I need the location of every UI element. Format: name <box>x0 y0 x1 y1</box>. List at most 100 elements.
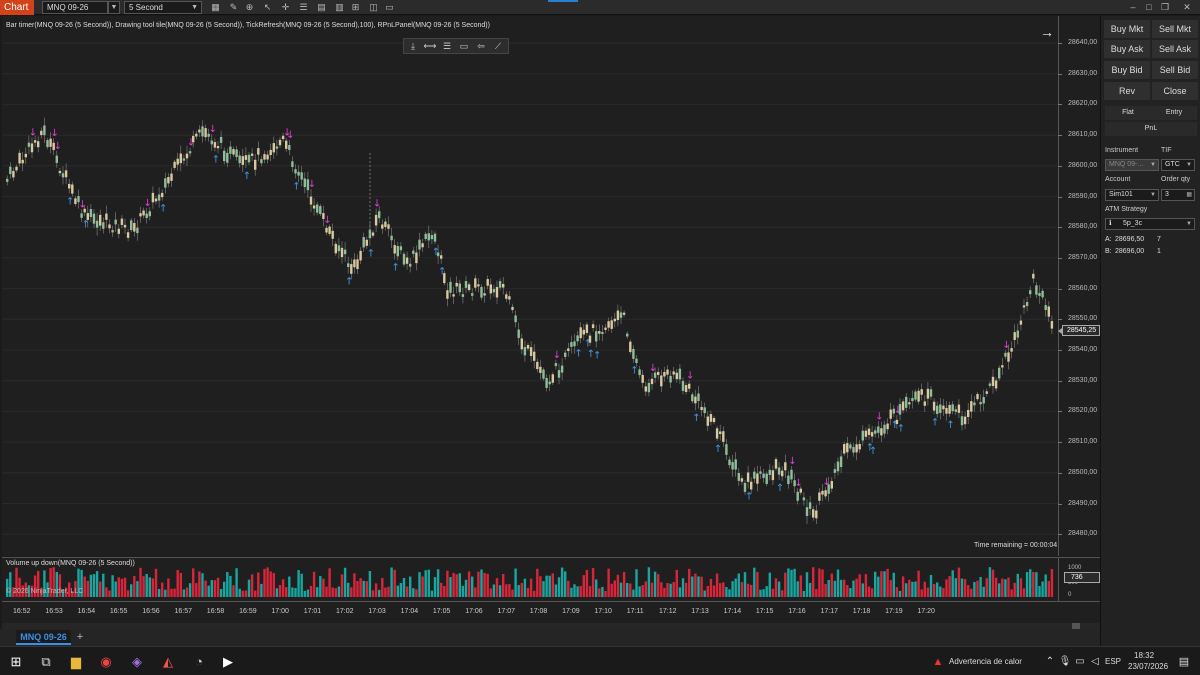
volume-bar <box>347 582 350 597</box>
instrument-selector[interactable]: MNQ 09-26 <box>42 1 108 14</box>
buy-signal-arrow: ↑ <box>714 444 722 455</box>
candle-body <box>905 396 908 408</box>
heat-warning-icon[interactable]: ▲ <box>928 652 948 672</box>
candle-body <box>15 166 18 171</box>
task-view-icon[interactable]: ⧉ <box>36 652 56 672</box>
discord-icon[interactable]: ◈ <box>127 652 147 672</box>
strategies-icon[interactable]: ▥ <box>334 2 345 13</box>
speedometer-icon[interactable]: ◔ <box>189 652 209 672</box>
candle-body <box>117 228 120 234</box>
time-axis[interactable] <box>2 601 1100 623</box>
volume-bar <box>681 578 685 597</box>
chart-trader-panel: Buy Mkt Sell Mkt Buy Ask Sell Ask Buy Bi… <box>1100 16 1200 646</box>
buy-ask-button[interactable]: Buy Ask <box>1104 40 1150 58</box>
tabs-icon[interactable]: ▭ <box>384 2 395 13</box>
zoom-icon[interactable]: ⊕ <box>244 2 255 13</box>
volume-bar <box>750 584 753 597</box>
volume-bar <box>880 571 883 597</box>
sell-mkt-button[interactable]: Sell Mkt <box>1152 20 1198 38</box>
volume-bar <box>895 587 899 597</box>
arrow-left-icon[interactable]: ⇦ <box>474 40 488 53</box>
candle-body <box>963 416 967 425</box>
candle-body <box>167 177 170 184</box>
volume-bar <box>706 585 709 597</box>
account-select[interactable]: Sim101 ▼ <box>1105 189 1159 201</box>
period-selector[interactable]: 5 Second ▼ <box>124 1 202 14</box>
volume-bar <box>266 567 269 597</box>
arrow-right-icon[interactable]: → <box>1040 24 1054 40</box>
volume-bar <box>678 587 682 597</box>
time-label: 17:12 <box>659 608 677 615</box>
lock-icon[interactable]: ⊞ <box>350 2 361 13</box>
candle-body <box>387 224 390 229</box>
candle-body <box>573 341 576 347</box>
ninjatrader-window: Chart MNQ 09-26 ▼ 5 Second ▼ ▦ ✎ ⊕ ↖ ✛ ☰ … <box>0 0 1200 675</box>
snapshot-icon[interactable]: ◫ <box>368 2 379 13</box>
volume-bar <box>542 581 545 597</box>
close-icon[interactable]: ✕ <box>1180 0 1194 15</box>
volume-icon[interactable]: ◁ <box>1085 652 1105 672</box>
line-icon[interactable]: ⟷ <box>423 40 437 53</box>
candle-body <box>1013 332 1016 340</box>
volume-bar <box>182 589 186 597</box>
ray-icon[interactable]: ⟋ <box>491 40 505 53</box>
pointer-icon[interactable]: ↖ <box>262 2 273 13</box>
hlines-icon[interactable]: ☰ <box>440 40 454 53</box>
tab-mnq-09-26[interactable]: MNQ 09-26 <box>16 630 71 645</box>
info-icon[interactable]: ℹ <box>1109 219 1123 229</box>
atm-strategy-select[interactable]: ℹ 5p_3c ▼ <box>1105 218 1195 230</box>
candle-body <box>1004 352 1007 357</box>
indicators-icon[interactable]: ▤ <box>316 2 327 13</box>
volume-bar <box>405 586 409 597</box>
buy-bid-button[interactable]: Buy Bid <box>1104 61 1150 79</box>
chart-window-tab[interactable]: Chart <box>0 0 34 15</box>
media-player-icon[interactable]: ▶ <box>218 652 238 672</box>
volume-bar <box>697 576 700 597</box>
chrome-icon[interactable]: ◉ <box>96 652 116 672</box>
rectangle-icon[interactable]: ▭ <box>457 40 471 53</box>
volume-bar <box>781 590 784 597</box>
tif-select[interactable]: GTC ▼ <box>1161 159 1195 171</box>
ninjatrader-icon[interactable]: ◭ <box>158 652 178 672</box>
candle-body <box>601 331 604 334</box>
volume-bar <box>883 571 886 597</box>
candle-body <box>734 459 737 470</box>
volume-bar <box>340 574 344 597</box>
candle-body <box>939 404 942 413</box>
candle-body <box>613 318 616 322</box>
add-tab-button[interactable]: + <box>74 631 86 643</box>
candle-body <box>520 338 523 350</box>
close-position-button[interactable]: Close <box>1152 82 1198 100</box>
volume-bar <box>576 586 579 597</box>
sell-ask-button[interactable]: Sell Ask <box>1152 40 1198 58</box>
candle-body <box>843 444 846 454</box>
crosshair-icon[interactable]: ✛ <box>280 2 291 13</box>
volume-bar <box>477 571 480 597</box>
bars-icon[interactable]: ▦ <box>210 2 221 13</box>
order-qty-stepper[interactable]: 3 ▦ <box>1161 189 1195 201</box>
clock-time[interactable]: 18:32 <box>1134 651 1154 660</box>
restore-icon[interactable]: ❐ <box>1158 0 1172 15</box>
minimize-icon[interactable]: – <box>1126 0 1140 15</box>
volume-bar <box>923 581 926 597</box>
calculator-icon[interactable]: ▦ <box>1186 190 1192 200</box>
candle-body <box>325 227 328 233</box>
maximize-icon[interactable]: □ <box>1142 0 1156 15</box>
anchor-icon[interactable]: ⤓ <box>406 40 420 53</box>
properties-icon[interactable]: ☰ <box>298 2 309 13</box>
reverse-button[interactable]: Rev <box>1104 82 1150 100</box>
sell-bid-button[interactable]: Sell Bid <box>1152 61 1198 79</box>
instrument-dropdown-icon[interactable]: ▼ <box>108 1 120 14</box>
clock-date[interactable]: 23/07/2026 <box>1128 662 1168 671</box>
buy-mkt-button[interactable]: Buy Mkt <box>1104 20 1150 38</box>
file-explorer-icon[interactable]: ▆ <box>66 652 86 672</box>
volume-bar <box>170 588 173 597</box>
candle-body <box>731 462 734 470</box>
heat-warning-text[interactable]: Advertencia de calor <box>949 657 1022 666</box>
language-indicator[interactable]: ESP <box>1105 657 1121 666</box>
candle-body <box>889 409 892 419</box>
pencil-icon[interactable]: ✎ <box>228 2 239 13</box>
candle-body <box>781 470 784 477</box>
windows-start-icon[interactable]: ⊞ <box>6 652 26 672</box>
notifications-icon[interactable]: ▤ <box>1174 652 1194 672</box>
